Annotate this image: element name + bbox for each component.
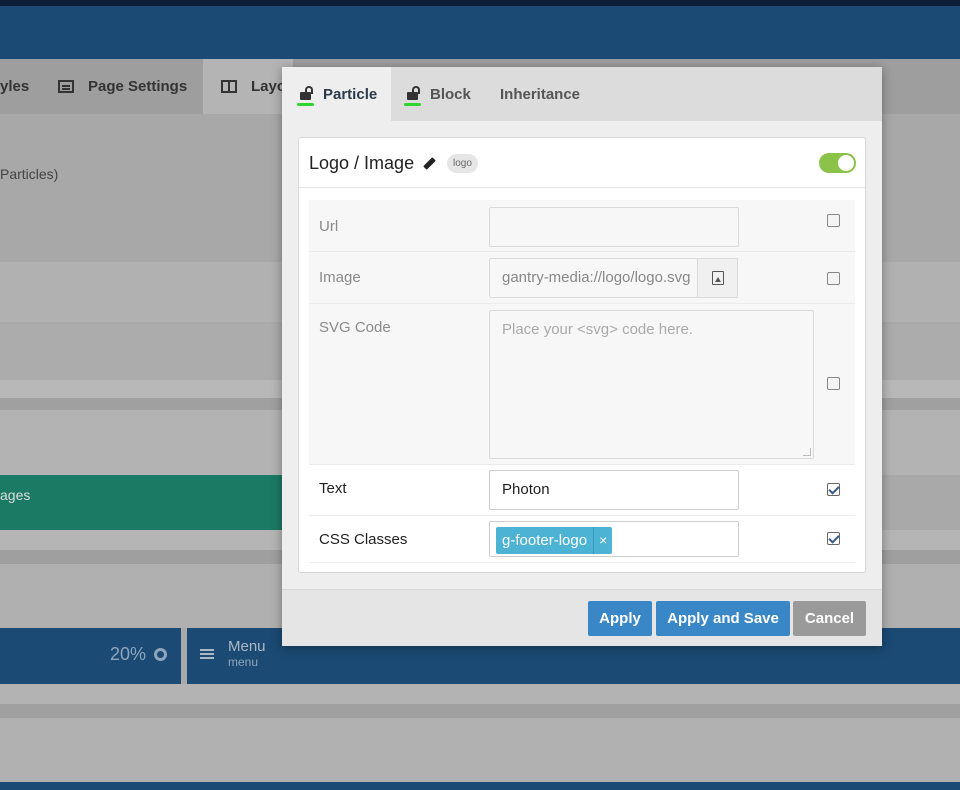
background-row	[0, 718, 960, 782]
apply-button[interactable]: Apply	[588, 601, 652, 636]
url-override-checkbox[interactable]	[827, 214, 840, 227]
background-row	[0, 684, 960, 704]
particle-card: Logo / Image logo Url Image gantry-media…	[298, 137, 866, 573]
app-header	[0, 6, 960, 59]
image-label: Image	[319, 269, 361, 286]
image-input[interactable]: gantry-media://logo/logo.svg	[489, 258, 698, 298]
svg-code-label: SVG Code	[319, 319, 391, 336]
media-picker-button[interactable]	[697, 258, 738, 298]
image-row: Image gantry-media://logo/logo.svg	[309, 252, 855, 304]
url-row: Url	[309, 200, 855, 252]
modal-tabs: Particle Block Inheritance	[282, 67, 882, 121]
apply-and-save-button[interactable]: Apply and Save	[656, 601, 790, 636]
tab-block[interactable]: Block	[391, 67, 485, 121]
pencil-icon[interactable]	[423, 157, 436, 170]
block-width: 20%	[110, 644, 168, 665]
menu-title: Menu	[228, 638, 266, 655]
tab-styles[interactable]: yles	[0, 59, 46, 114]
css-override-checkbox[interactable]	[827, 532, 840, 545]
columns-icon	[221, 80, 237, 93]
card-header: Logo / Image logo	[299, 138, 865, 188]
bottom-strip	[0, 782, 960, 790]
svg-code-textarea[interactable]: Place your <svg> code here.	[489, 310, 814, 459]
svg-override-checkbox[interactable]	[827, 377, 840, 390]
section-label: ages	[0, 487, 31, 503]
text-input[interactable]: Photon	[489, 470, 739, 510]
css-classes-label: CSS Classes	[319, 531, 408, 548]
particles-text: Particles)	[0, 166, 59, 182]
tab-inheritance[interactable]: Inheritance	[485, 67, 595, 121]
css-classes-input[interactable]: g-footer-logo ×	[489, 521, 739, 557]
text-label: Text	[319, 480, 347, 497]
css-classes-row: CSS Classes g-footer-logo ×	[309, 516, 855, 563]
text-row: Text Photon	[309, 465, 855, 516]
url-label: Url	[319, 218, 339, 235]
menu-particle[interactable]: Menu menu	[200, 638, 266, 669]
tab-particle[interactable]: Particle	[282, 67, 391, 121]
image-override-checkbox[interactable]	[827, 272, 840, 285]
list-icon	[58, 80, 74, 93]
remove-tag-icon[interactable]: ×	[593, 527, 612, 554]
particle-type-badge: logo	[447, 154, 478, 173]
particle-settings-modal: Particle Block Inheritance Logo / Image …	[282, 67, 882, 646]
tab-page-settings[interactable]: Page Settings	[58, 59, 203, 114]
background-row	[0, 704, 960, 718]
resize-grip[interactable]	[803, 448, 811, 456]
particle-title: Logo / Image	[309, 153, 415, 173]
enabled-toggle[interactable]	[819, 153, 856, 173]
css-class-tag: g-footer-logo ×	[496, 527, 613, 554]
menu-subtitle: menu	[228, 655, 259, 669]
svg-code-row: SVG Code Place your <svg> code here.	[309, 304, 855, 465]
url-input[interactable]	[489, 207, 739, 247]
image-file-icon	[711, 271, 724, 285]
unlock-icon[interactable]	[297, 86, 314, 106]
unlock-icon[interactable]	[404, 86, 421, 106]
hamburger-icon	[200, 652, 214, 655]
cancel-button[interactable]: Cancel	[793, 601, 866, 636]
modal-footer: Apply Apply and Save Cancel	[282, 589, 882, 646]
gear-icon[interactable]	[154, 648, 168, 661]
text-override-checkbox[interactable]	[827, 483, 840, 496]
tab-layout[interactable]: Layo	[203, 59, 293, 114]
section-bar	[0, 475, 290, 530]
